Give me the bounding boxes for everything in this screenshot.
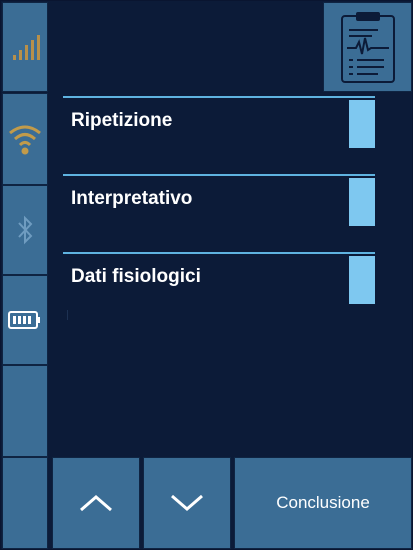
menu-item-interpretativo[interactable]: Interpretativo — [63, 174, 375, 244]
bottom-blank-tile — [2, 457, 48, 549]
bluetooth-status-tile — [2, 185, 48, 275]
menu-item-label: Interpretativo — [71, 188, 193, 209]
conclusion-label: Conclusione — [276, 493, 370, 512]
bluetooth-icon — [18, 215, 33, 245]
menu-item-label: Ripetizione — [71, 110, 173, 131]
empty-status-tile — [2, 365, 48, 457]
checkbox[interactable] — [349, 256, 375, 304]
text-cursor — [67, 310, 68, 320]
clipboard-ecg-icon — [340, 12, 395, 83]
signal-status-tile — [2, 2, 48, 92]
chevron-down-icon — [171, 494, 203, 511]
scroll-up-button[interactable] — [52, 457, 140, 549]
menu-item-ripetizione[interactable]: Ripetizione — [63, 96, 375, 166]
battery-icon — [8, 311, 40, 329]
chevron-up-icon — [80, 495, 112, 512]
row-divider — [63, 252, 375, 254]
row-divider — [63, 174, 375, 176]
checkbox[interactable] — [349, 100, 375, 148]
conclusion-button[interactable]: Conclusione — [234, 457, 412, 549]
wifi-status-tile — [2, 93, 48, 185]
menu-item-label: Dati fisiologici — [71, 266, 201, 287]
report-button[interactable] — [323, 2, 412, 92]
row-divider — [63, 96, 375, 98]
scroll-down-button[interactable] — [143, 457, 231, 549]
wifi-icon — [9, 125, 41, 155]
menu-item-dati-fisiologici[interactable]: Dati fisiologici — [63, 252, 375, 322]
device-screen: Ripetizione Interpretativo Dati fisiolog… — [0, 0, 413, 550]
signal-bars-icon — [13, 35, 40, 60]
battery-status-tile — [2, 275, 48, 365]
checkbox[interactable] — [349, 178, 375, 226]
